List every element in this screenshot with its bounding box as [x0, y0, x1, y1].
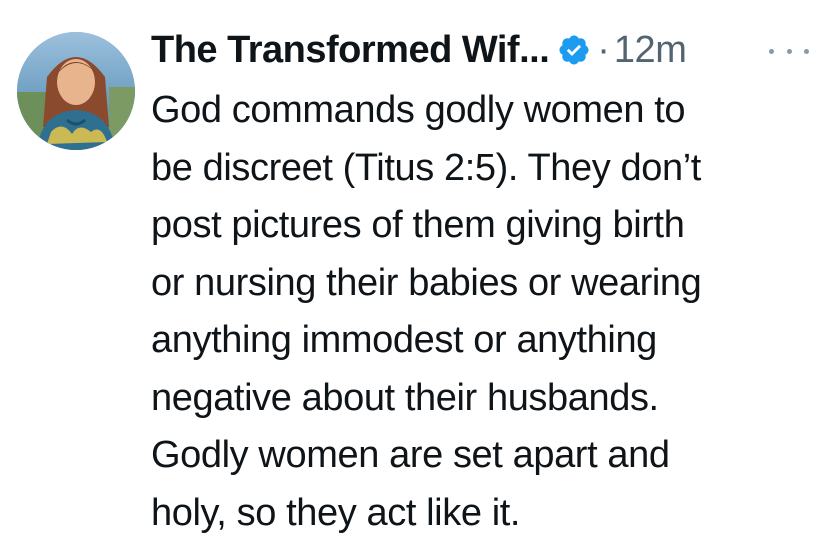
- avatar-image: [17, 32, 135, 150]
- tweet-text-line: God commands godly women to: [151, 89, 686, 131]
- tweet-header: The Transformed Wif... · 12m: [151, 24, 687, 76]
- header-separator: ·: [597, 28, 610, 71]
- verified-badge-icon[interactable]: [557, 33, 591, 67]
- more-horizontal-icon[interactable]: [769, 46, 809, 56]
- avatar[interactable]: [17, 32, 135, 150]
- author-display-name[interactable]: The Transformed Wif...: [151, 29, 550, 72]
- tweet-text-line: anything immodest or anything: [151, 319, 657, 361]
- tweet-text: God commands godly women to be discreet …: [151, 82, 821, 542]
- tweet-text-line: be discreet (Titus 2:5). They don’t: [151, 146, 701, 189]
- tweet-text-line: negative about their husbands.: [151, 376, 659, 419]
- tweet[interactable]: The Transformed Wif... · 12m God command…: [0, 0, 828, 550]
- tweet-text-line: or nursing their babies or wearing: [151, 261, 702, 304]
- tweet-text-line: Godly women are set apart and: [151, 434, 670, 476]
- tweet-timestamp[interactable]: 12m: [614, 29, 687, 72]
- tweet-text-line: holy, so they act like it.: [151, 491, 521, 534]
- tweet-text-line: post pictures of them giving birth: [151, 204, 685, 246]
